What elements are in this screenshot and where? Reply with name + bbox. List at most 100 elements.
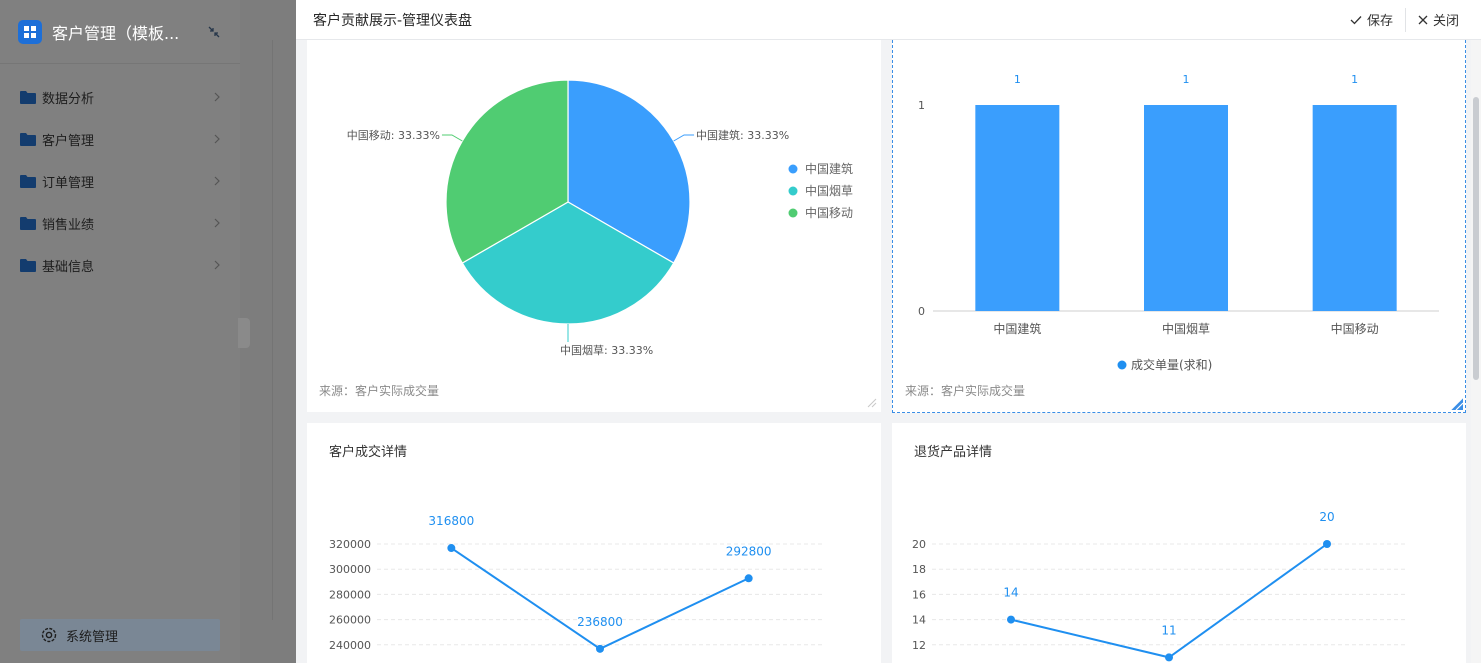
app-title: 客户管理（模板... <box>52 23 180 43</box>
dashboard-content: 中国建筑: 33.33% 中国烟草: 33.33% 中国移动: 33.33% 中国建筑… <box>296 40 1481 663</box>
dashboard-drawer: 客户贡献展示-管理仪表盘 保存 关闭 中国建筑: 33.33% 中国烟草: 33.… <box>296 0 1481 663</box>
y-tick-label: 260000 <box>329 614 371 627</box>
y-tick-label: 280000 <box>329 588 371 601</box>
y-tick-label: 300000 <box>329 563 371 576</box>
folder-icon <box>20 132 36 146</box>
scrollbar[interactable] <box>1471 40 1481 663</box>
sidebar-item-sales[interactable]: 销售业绩 <box>0 202 240 244</box>
point-data-label: 292800 <box>726 544 772 558</box>
collapse-icon[interactable] <box>206 24 222 40</box>
bar-data-label: 1 <box>1183 73 1190 86</box>
legend-label: 成交单量(求和) <box>1131 357 1212 372</box>
point-data-label: 14 <box>1003 586 1018 600</box>
pie-data-label: 中国烟草: 33.33% <box>560 343 653 357</box>
folder-icon <box>20 174 36 188</box>
pie-chart: 中国建筑: 33.33% 中国烟草: 33.33% 中国移动: 33.33% 中国建筑… <box>347 79 853 357</box>
bar-data-label: 1 <box>1351 73 1358 86</box>
y-tick-label: 1 <box>918 99 925 112</box>
sidebar-item-data-analysis[interactable]: 数据分析 <box>0 76 240 118</box>
pie-label-line <box>673 134 695 142</box>
data-point <box>1007 615 1015 624</box>
y-tick-label: 18 <box>912 563 926 576</box>
pie-chart-card[interactable]: 中国建筑: 33.33% 中国烟草: 33.33% 中国移动: 33.33% 中国建筑… <box>307 40 881 412</box>
sidebar: 客户管理（模板... 数据分析 客户管理 订单管理 销售业绩 基础信息 系统管理 <box>0 0 240 663</box>
sidebar-toggle-handle[interactable] <box>238 318 250 348</box>
bar <box>1312 105 1397 311</box>
bar <box>975 105 1060 311</box>
pie-source-note: 来源：客户实际成交量 <box>319 384 440 398</box>
legend-marker <box>1117 360 1127 370</box>
legend-marker <box>788 164 798 174</box>
line-chart-card-customers[interactable]: 客户成交详情 220000240000260000280000300000320… <box>307 423 881 663</box>
y-tick-label: 240000 <box>329 639 371 652</box>
pie-label-line <box>441 134 463 142</box>
data-point <box>596 644 604 653</box>
scrollbar-thumb[interactable] <box>1473 97 1479 380</box>
sidebar-item-customer[interactable]: 客户管理 <box>0 118 240 160</box>
x-tick-label: 中国建筑 <box>993 321 1041 336</box>
folder-icon <box>20 258 36 272</box>
legend-label: 中国建筑 <box>805 161 853 176</box>
data-point <box>1165 653 1173 662</box>
close-button[interactable]: 关闭 <box>1406 0 1481 40</box>
line-chart-card-returns[interactable]: 退货产品详情 10121416182014产品一11产品三20产品二 <box>892 423 1466 663</box>
point-data-label: 316800 <box>428 514 474 528</box>
bar-source-note: 来源：客户实际成交量 <box>905 384 1026 398</box>
series-line <box>1010 543 1328 659</box>
sidebar-item-basic-info[interactable]: 基础信息 <box>0 244 240 286</box>
line-chart-returns: 10121416182014产品一11产品三20产品二 <box>912 510 1406 662</box>
sidebar-item-label: 订单管理 <box>42 175 95 191</box>
legend-label: 中国移动 <box>805 205 853 220</box>
check-icon <box>1350 15 1362 24</box>
app-header: 客户管理（模板... <box>0 0 240 64</box>
drawer-title: 客户贡献展示-管理仪表盘 <box>313 12 473 29</box>
resize-handle-icon[interactable] <box>865 396 877 408</box>
y-tick-label: 12 <box>912 639 926 652</box>
save-button-label: 保存 <box>1366 14 1393 29</box>
legend-marker <box>788 208 798 218</box>
sidebar-item-system[interactable]: 系统管理 <box>20 619 220 651</box>
close-button-label: 关闭 <box>1432 14 1459 29</box>
chevron-right-icon <box>214 176 220 186</box>
data-point <box>1323 540 1331 548</box>
sidebar-menu: 数据分析 客户管理 订单管理 销售业绩 基础信息 <box>0 64 240 286</box>
legend-marker <box>788 186 798 196</box>
point-data-label: 11 <box>1161 623 1176 637</box>
sidebar-item-label: 客户管理 <box>42 133 95 149</box>
series-line <box>450 547 750 650</box>
bar-chart-card[interactable]: 0 1 1 中国建筑 1 中国烟草 1 中国移动成交单量(求和) 来源：客户实际成交量 <box>892 40 1466 413</box>
y-tick-label: 0 <box>918 305 925 318</box>
legend-label: 中国烟草 <box>805 183 853 198</box>
pie-data-label: 中国移动: 33.33% <box>347 129 440 142</box>
bar <box>1144 105 1228 311</box>
bar-chart: 0 1 1 中国建筑 1 中国烟草 1 中国移动成交单量(求和) <box>918 73 1439 372</box>
sidebar-item-label: 系统管理 <box>66 629 119 645</box>
y-tick-label: 320000 <box>329 538 371 551</box>
sidebar-item-label: 销售业绩 <box>42 217 95 233</box>
folder-icon <box>20 216 36 230</box>
x-tick-label: 中国移动 <box>1331 321 1379 336</box>
chevron-right-icon <box>214 260 220 270</box>
close-icon <box>1418 15 1428 24</box>
y-tick-label: 14 <box>912 614 926 627</box>
line-chart-customers: 2200002400002600002800003000003200003168… <box>329 514 823 653</box>
folder-icon <box>20 90 36 104</box>
drawer-header: 客户贡献展示-管理仪表盘 保存 关闭 <box>296 0 1481 40</box>
chevron-right-icon <box>214 134 220 144</box>
pie-data-label: 中国建筑: 33.33% <box>696 128 789 142</box>
point-data-label: 20 <box>1319 510 1334 524</box>
y-tick-label: 16 <box>912 588 926 601</box>
sidebar-item-orders[interactable]: 订单管理 <box>0 160 240 202</box>
point-data-label: 236800 <box>577 615 623 629</box>
x-tick-label: 中国烟草 <box>1162 321 1210 336</box>
chevron-right-icon <box>214 92 220 102</box>
bar-data-label: 1 <box>1014 73 1021 86</box>
sidebar-item-label: 基础信息 <box>42 259 95 275</box>
save-button[interactable]: 保存 <box>1338 0 1405 40</box>
chevron-right-icon <box>214 218 220 228</box>
data-point <box>744 574 753 583</box>
data-point <box>447 544 456 553</box>
gear-icon <box>41 627 57 643</box>
resize-handle-icon[interactable] <box>1449 396 1463 410</box>
sidebar-item-label: 数据分析 <box>42 91 95 107</box>
